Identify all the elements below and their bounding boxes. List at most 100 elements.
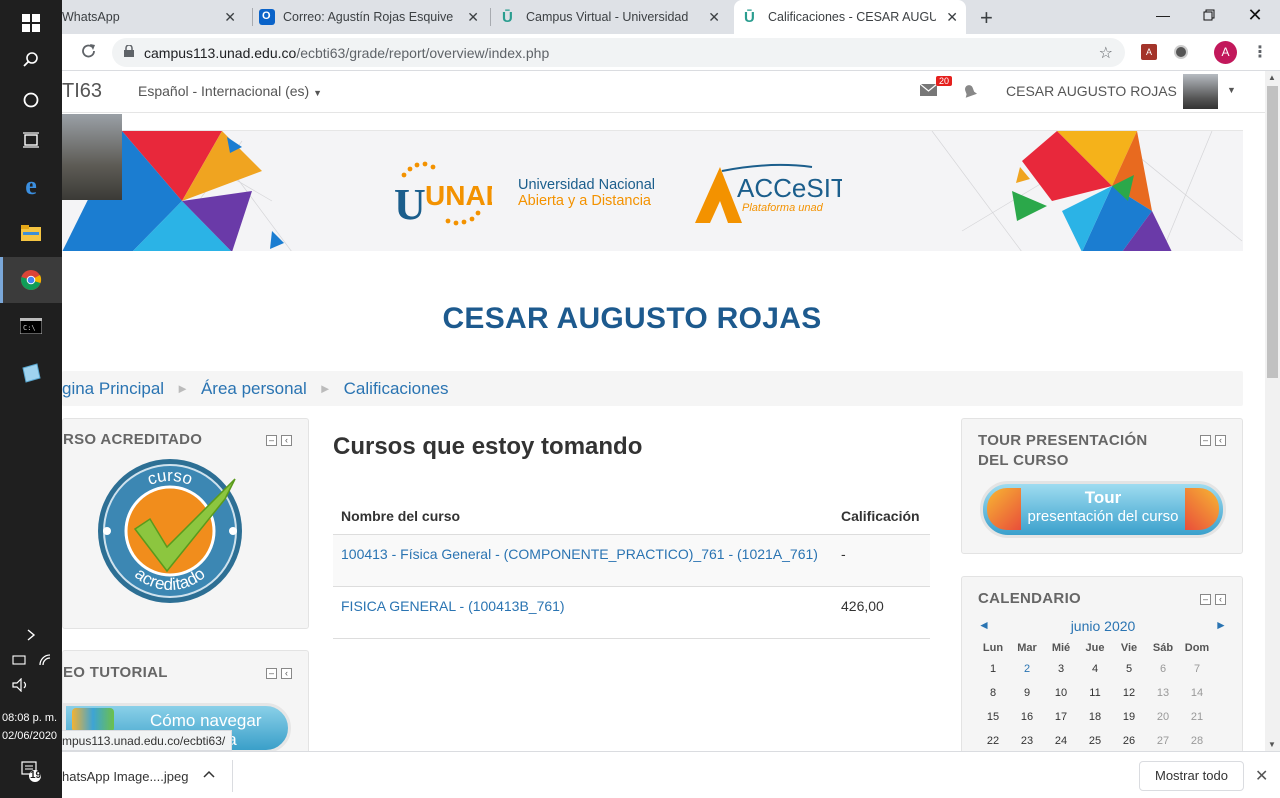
block-collapse-icon[interactable]: – [1200,594,1211,605]
site-short-name[interactable]: TI63 [62,80,102,103]
action-center-icon[interactable]: 19 [0,760,62,785]
file-explorer-icon[interactable] [0,210,62,256]
course-banner: U UNAD Universidad Nacional Abierta y a … [62,130,1243,251]
calendar-day[interactable]: 5 [1112,657,1146,681]
main-heading: Cursos que estoy tomando [333,433,643,460]
language-menu[interactable]: Español - Internacional (es) ▼ [138,83,322,99]
chrome-icon[interactable] [0,257,62,303]
calendar-day[interactable]: 9 [1010,681,1044,705]
breadcrumb-home[interactable]: gina Principal [62,379,164,399]
calendar-day[interactable]: 27 [1146,729,1180,753]
user-menu-name[interactable]: CESAR AUGUSTO ROJAS [1006,83,1177,99]
course-link[interactable]: 100413 - Física General - (COMPONENTE_PR… [341,546,818,562]
show-all-button[interactable]: Mostrar todo [1139,761,1244,791]
app-icon[interactable] [0,350,62,396]
notifications-bell-icon[interactable] [961,83,979,104]
bookmark-star-icon[interactable]: ☆ [1099,43,1113,63]
tab-whatsapp[interactable]: WhatsApp ✕ [62,0,244,34]
block-collapse-icon[interactable]: – [266,435,277,446]
address-bar[interactable]: campus113.unad.edu.co/ecbti63/grade/repo… [112,38,1125,67]
pdf-extension-icon[interactable]: A [1141,44,1157,60]
calendar-day[interactable]: 20 [1146,705,1180,729]
close-downloads-icon[interactable]: ✕ [1255,766,1268,786]
user-avatar[interactable] [1183,74,1218,109]
scroll-down-icon[interactable]: ▼ [1268,740,1276,749]
tab-title: Campus Virtual - Universidad Na [526,10,692,24]
close-tab-icon[interactable]: ✕ [708,9,720,26]
calendar-day[interactable]: 28 [1180,729,1214,753]
extension-icon[interactable] [1174,45,1188,59]
calendar-day[interactable]: 11 [1078,681,1112,705]
calendar-next-icon[interactable]: ► [1215,618,1227,632]
download-options-icon[interactable] [203,767,215,782]
calendar-day[interactable]: 7 [1180,657,1214,681]
tab-calificaciones[interactable]: Ū Calificaciones - CESAR AUGUSTO ✕ [734,0,966,34]
block-dock-icon[interactable]: ‹ [1215,594,1226,605]
calendar-day[interactable]: 26 [1112,729,1146,753]
breadcrumb-separator-icon: ► [318,381,332,396]
lock-icon[interactable] [124,45,134,57]
calendar-day[interactable]: 18 [1078,705,1112,729]
calendar-day[interactable]: 4 [1078,657,1112,681]
close-tab-icon[interactable]: ✕ [946,9,958,26]
download-file-name[interactable]: hatsApp Image....jpeg [62,769,188,784]
tour-button[interactable]: Tour presentación del curso [980,481,1226,538]
restore-button[interactable] [1186,0,1232,30]
tab-title: Calificaciones - CESAR AUGUSTO [768,10,936,24]
tab-campus-virtual[interactable]: Ū Campus Virtual - Universidad Na ✕ [502,0,728,34]
clock-time[interactable]: 08:08 p. m. [2,712,62,724]
calendar-day[interactable]: 12 [1112,681,1146,705]
messages-icon[interactable] [919,83,938,100]
block-dock-icon[interactable]: ‹ [281,435,292,446]
volume-icon[interactable] [0,677,62,695]
calendar-day[interactable]: 24 [1044,729,1078,753]
calendar-grid: Lun Mar Mié Jue Vie Sáb Dom 1 2 3 4 5 6 … [976,639,1214,753]
message-count-badge: 20 [936,76,953,86]
block-dock-icon[interactable]: ‹ [1215,435,1226,446]
breadcrumb-area-personal[interactable]: Área personal [201,379,307,399]
clock-date[interactable]: 02/06/2020 [2,730,62,742]
calendar-day[interactable]: 25 [1078,729,1112,753]
terminal-icon[interactable]: C:\ [0,303,62,349]
reload-icon[interactable] [80,42,98,63]
calendar-day[interactable]: 14 [1180,681,1214,705]
calendar-day[interactable]: 23 [1010,729,1044,753]
calendar-day[interactable]: 16 [1010,705,1044,729]
network-icon[interactable] [0,653,62,670]
calendar-day[interactable]: 17 [1044,705,1078,729]
calendar-day[interactable]: 15 [976,705,1010,729]
calendar-month[interactable]: junio 2020 [962,618,1244,634]
tab-correo[interactable]: O Correo: Agustín Rojas Esquivel - C ✕ [259,0,487,34]
new-tab-button[interactable]: + [980,5,993,31]
calendar-day-header: Mié [1051,642,1071,654]
scrollbar-thumb[interactable] [1267,86,1278,378]
minimize-button[interactable]: — [1140,0,1186,30]
calendar-day[interactable]: 22 [976,729,1010,753]
block-collapse-icon[interactable]: – [266,668,277,679]
course-link[interactable]: FISICA GENERAL - (100413B_761) [341,598,565,614]
breadcrumb-calificaciones[interactable]: Calificaciones [344,379,449,399]
close-tab-icon[interactable]: ✕ [467,9,479,26]
calendar-day[interactable]: 13 [1146,681,1180,705]
scroll-up-icon[interactable]: ▲ [1268,73,1276,82]
calendar-day[interactable]: 1 [976,657,1010,681]
browser-menu-icon[interactable]: ⋮ [1252,42,1268,62]
close-tab-icon[interactable]: ✕ [224,9,236,26]
user-menu-caret-icon[interactable]: ▼ [1227,85,1236,95]
calendar-day[interactable]: 21 [1180,705,1214,729]
edge-browser-icon[interactable]: e [0,163,62,209]
calendar-day[interactable]: 10 [1044,681,1078,705]
block-collapse-icon[interactable]: – [1200,435,1211,446]
calendar-day[interactable]: 6 [1146,657,1180,681]
calendar-day[interactable]: 3 [1044,657,1078,681]
tab-title: WhatsApp [62,10,120,24]
block-dock-icon[interactable]: ‹ [281,668,292,679]
calendar-day[interactable]: 8 [976,681,1010,705]
close-window-button[interactable]: ✕ [1232,0,1278,30]
calendar-day[interactable]: 2 [1010,657,1044,681]
profile-avatar[interactable]: A [1214,41,1237,64]
calendar-day[interactable]: 19 [1112,705,1146,729]
chevron-up-icon[interactable] [0,628,62,644]
block-title: EO TUTORIAL [63,664,168,681]
task-view-icon[interactable] [0,117,62,163]
